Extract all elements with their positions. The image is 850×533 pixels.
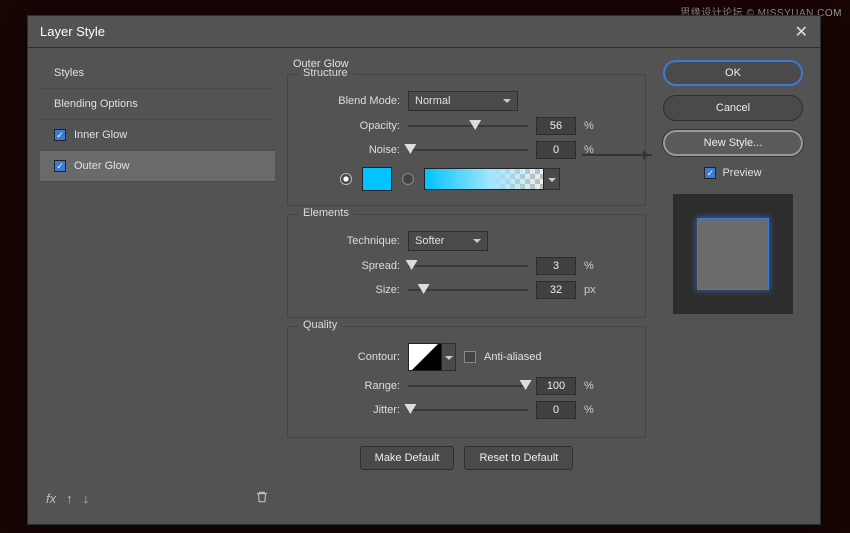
jitter-slider[interactable]: [408, 403, 528, 417]
noise-label: Noise:: [300, 144, 400, 156]
sidebar-item-outer-glow[interactable]: Outer Glow: [40, 151, 275, 182]
opacity-slider[interactable]: [408, 119, 528, 133]
size-input[interactable]: 32: [536, 281, 576, 299]
checkbox-checked-icon[interactable]: [54, 160, 66, 172]
opacity-input[interactable]: 56: [536, 117, 576, 135]
spread-label: Spread:: [300, 260, 400, 272]
contour-dropdown-icon[interactable]: [442, 343, 456, 371]
solid-color-radio[interactable]: [340, 173, 352, 185]
range-label: Range:: [300, 380, 400, 392]
sidebar-item-label: Outer Glow: [74, 160, 130, 172]
new-style-button[interactable]: New Style...: [663, 130, 803, 156]
annotation-arrow-icon: [582, 154, 652, 156]
blend-mode-select[interactable]: Normal: [408, 91, 518, 111]
color-swatch[interactable]: [362, 167, 392, 191]
unit-label: %: [584, 260, 604, 272]
size-slider[interactable]: [408, 283, 528, 297]
reset-to-default-button[interactable]: Reset to Default: [464, 446, 573, 470]
main-panel: Outer Glow Structure Blend Mode: Normal …: [287, 58, 646, 512]
technique-select[interactable]: Softer: [408, 231, 488, 251]
preview-thumbnail: [673, 194, 793, 314]
right-panel: OK Cancel New Style... Preview: [658, 58, 808, 512]
unit-label: px: [584, 284, 604, 296]
unit-label: %: [584, 380, 604, 392]
anti-aliased-checkbox[interactable]: [464, 351, 476, 363]
noise-slider[interactable]: [408, 143, 528, 157]
sidebar-item-label: Inner Glow: [74, 129, 127, 141]
size-label: Size:: [300, 284, 400, 296]
group-title: Structure: [298, 67, 353, 79]
spread-slider[interactable]: [408, 259, 528, 273]
preview-checkbox[interactable]: [704, 167, 716, 179]
preview-label: Preview: [722, 167, 761, 179]
quality-group: Quality Contour: Anti-aliased Range: 100…: [287, 326, 646, 438]
range-input[interactable]: 100: [536, 377, 576, 395]
group-title: Quality: [298, 319, 342, 331]
sidebar-item-styles[interactable]: Styles: [40, 58, 275, 89]
dialog-title: Layer Style: [40, 24, 105, 39]
unit-label: %: [584, 404, 604, 416]
ok-button[interactable]: OK: [663, 60, 803, 86]
close-icon[interactable]: ✕: [795, 22, 808, 42]
preview-inner: [697, 218, 769, 290]
fx-icon[interactable]: fx: [46, 491, 56, 506]
arrow-down-icon[interactable]: ↓: [83, 491, 90, 506]
sidebar-item-blending-options[interactable]: Blending Options: [40, 89, 275, 120]
unit-label: %: [584, 120, 604, 132]
contour-label: Contour:: [300, 351, 400, 363]
range-slider[interactable]: [408, 379, 528, 393]
titlebar[interactable]: Layer Style ✕: [28, 16, 820, 48]
gradient-dropdown-icon[interactable]: [544, 168, 560, 190]
sidebar-footer: fx ↑ ↓: [40, 484, 275, 512]
structure-group: Structure Blend Mode: Normal Opacity: 56…: [287, 74, 646, 206]
jitter-input[interactable]: 0: [536, 401, 576, 419]
spread-input[interactable]: 3: [536, 257, 576, 275]
gradient-swatch[interactable]: [424, 168, 544, 190]
checkbox-checked-icon[interactable]: [54, 129, 66, 141]
cancel-button[interactable]: Cancel: [663, 95, 803, 121]
blend-mode-label: Blend Mode:: [300, 95, 400, 107]
elements-group: Elements Technique: Softer Spread: 3 % S…: [287, 214, 646, 318]
noise-input[interactable]: 0: [536, 141, 576, 159]
arrow-up-icon[interactable]: ↑: [66, 491, 73, 506]
sidebar-item-inner-glow[interactable]: Inner Glow: [40, 120, 275, 151]
group-title: Elements: [298, 207, 354, 219]
sidebar: Styles Blending Options Inner Glow Outer…: [40, 58, 275, 512]
sidebar-item-label: Blending Options: [54, 98, 138, 110]
sidebar-item-label: Styles: [54, 67, 84, 79]
jitter-label: Jitter:: [300, 404, 400, 416]
anti-aliased-label: Anti-aliased: [484, 351, 541, 363]
gradient-radio[interactable]: [402, 173, 414, 185]
trash-icon[interactable]: [255, 490, 269, 507]
make-default-button[interactable]: Make Default: [360, 446, 455, 470]
technique-label: Technique:: [300, 235, 400, 247]
opacity-label: Opacity:: [300, 120, 400, 132]
layer-style-dialog: Layer Style ✕ Styles Blending Options In…: [27, 15, 821, 525]
contour-picker[interactable]: [408, 343, 442, 371]
